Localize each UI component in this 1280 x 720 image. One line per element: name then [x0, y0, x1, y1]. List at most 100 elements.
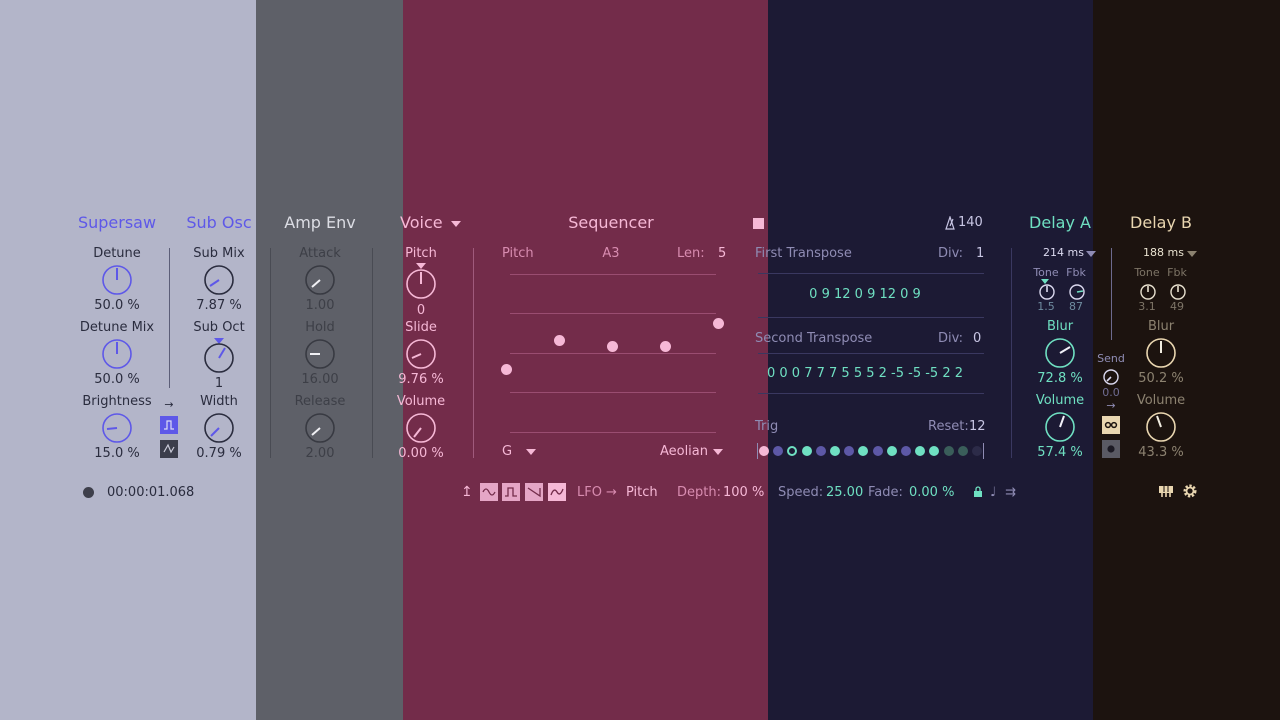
delay-b-volume-value: 43.3 % — [1138, 445, 1184, 460]
sub-mix-value: 7.87 % — [196, 298, 242, 313]
delay-a-time-dropdown-icon[interactable] — [1086, 251, 1096, 257]
pitch-step-dot[interactable] — [713, 318, 724, 329]
square-wave-icon — [505, 487, 517, 497]
release-label: Release — [294, 394, 346, 409]
lfo-retrigger-icon[interactable]: ↥ — [461, 484, 473, 500]
lfo-target[interactable]: Pitch — [626, 485, 658, 501]
pitch-grid-line — [510, 432, 716, 433]
trig-reset-value[interactable]: 12 — [969, 419, 986, 435]
release-knob[interactable] — [304, 412, 336, 444]
hold-knob[interactable] — [304, 338, 336, 370]
delay-b-time[interactable]: 188 ms — [1143, 245, 1184, 261]
stop-button[interactable] — [753, 218, 764, 229]
lfo-arrow: → — [606, 485, 617, 500]
sub-oct-label: Sub Oct — [193, 320, 245, 335]
divider — [758, 273, 984, 274]
seq-note: A3 — [602, 246, 620, 261]
second-div-value[interactable]: 0 — [973, 331, 981, 347]
voice-volume-knob[interactable] — [405, 412, 437, 444]
sub-oct-knob[interactable] — [203, 342, 235, 374]
tempo-value[interactable]: 140 — [958, 215, 983, 231]
second-transpose-values[interactable]: 0 0 0 7 7 7 5 5 5 2 -5 -5 -5 2 2 — [767, 366, 963, 382]
gear-icon[interactable] — [1182, 483, 1198, 499]
pitch-step-dot[interactable] — [554, 335, 565, 346]
delay-b-time-dropdown-icon[interactable] — [1187, 251, 1197, 257]
pitch-grid-line — [510, 392, 716, 393]
delay-b-volume-knob[interactable] — [1145, 411, 1177, 443]
pitch-step-dot[interactable] — [501, 364, 512, 375]
voice-dropdown-icon[interactable] — [451, 221, 461, 227]
lock-icon[interactable] — [973, 486, 983, 498]
delay-a-blur-label: Blur — [1046, 319, 1074, 334]
lfo-saw-button[interactable] — [525, 483, 543, 501]
delay-b-blur-knob[interactable] — [1145, 337, 1177, 369]
lfo-depth-value[interactable]: 100 % — [723, 485, 764, 501]
pitch-step-dot[interactable] — [607, 341, 618, 352]
detune-label: Detune — [93, 246, 141, 261]
trig-step-dot[interactable] — [815, 446, 826, 456]
detune-value: 50.0 % — [94, 298, 140, 313]
voice-sequencer-panel — [403, 0, 768, 720]
detune-mix-label: Detune Mix — [79, 320, 155, 335]
divider — [372, 248, 373, 458]
trig-step-dot[interactable] — [901, 446, 911, 456]
voice-title[interactable]: Voice — [400, 214, 443, 232]
amp-env-title: Amp Env — [284, 213, 356, 232]
triangle-wave-icon — [163, 443, 175, 454]
voice-volume-value: 0.00 % — [398, 446, 444, 461]
pitch-step-dot[interactable] — [660, 341, 671, 352]
trig-step-dot[interactable] — [943, 446, 954, 456]
divider — [758, 317, 984, 318]
send-circle-button[interactable] — [1102, 440, 1120, 458]
shuffle-icon[interactable]: ⇉ — [1005, 485, 1016, 501]
first-transpose-values[interactable]: 0 9 12 0 9 12 0 9 — [809, 287, 921, 303]
key-dropdown-icon[interactable] — [526, 449, 536, 455]
scale-dropdown-icon[interactable] — [713, 449, 723, 455]
trig-step-dot[interactable] — [957, 446, 968, 456]
lfo-square-button[interactable] — [502, 483, 520, 501]
delay-a-volume-label: Volume — [1035, 393, 1085, 408]
trig-step-dot[interactable] — [872, 446, 883, 456]
trig-step-dot[interactable] — [886, 446, 897, 456]
delay-a-volume-knob[interactable] — [1044, 411, 1076, 443]
lfo-sine-button[interactable] — [480, 483, 498, 501]
brightness-knob[interactable] — [101, 412, 133, 444]
width-knob[interactable] — [203, 412, 235, 444]
divider — [169, 248, 170, 388]
attack-label: Attack — [299, 246, 341, 261]
first-div-value[interactable]: 1 — [976, 246, 984, 262]
second-div-label: Div: — [938, 331, 963, 346]
send-knob[interactable] — [1102, 368, 1120, 386]
lfo-speed-value[interactable]: 25.00 — [826, 485, 863, 501]
keyboard-icon[interactable] — [1158, 483, 1174, 499]
delay-b-tone-value: 3.1 — [1138, 300, 1156, 313]
pitch-label: Pitch — [405, 246, 437, 261]
trig-step-dot[interactable] — [830, 446, 840, 456]
divider — [1011, 248, 1012, 458]
scale-select[interactable]: Aeolian — [660, 444, 708, 460]
record-button[interactable] — [83, 487, 94, 498]
detune-mix-value: 50.0 % — [94, 372, 140, 387]
seq-len-value[interactable]: 5 — [718, 246, 726, 262]
trig-step-dot[interactable] — [801, 446, 812, 456]
lfo-fade-value[interactable]: 0.00 % — [909, 485, 954, 501]
lfo-sine-alt-button[interactable] — [548, 483, 566, 501]
pitch-knob[interactable] — [405, 268, 437, 300]
delay-a-time[interactable]: 214 ms — [1043, 245, 1084, 261]
slide-knob[interactable] — [405, 338, 437, 370]
sub-mix-knob[interactable] — [203, 264, 235, 296]
trig-step-dot[interactable] — [972, 446, 982, 456]
sub-mix-label: Sub Mix — [193, 246, 245, 261]
send-tape-button[interactable] — [1102, 416, 1120, 434]
detune-mix-knob[interactable] — [101, 338, 133, 370]
trig-step-dot[interactable] — [759, 446, 769, 456]
detune-knob[interactable] — [101, 264, 133, 296]
width-value: 0.79 % — [196, 446, 242, 461]
delay-a-fbk-label: Fbk — [1066, 266, 1086, 279]
attack-knob[interactable] — [304, 264, 336, 296]
delay-a-blur-knob[interactable] — [1044, 337, 1076, 369]
key-select[interactable]: G — [502, 444, 512, 460]
triangle-wave-button[interactable] — [160, 440, 178, 458]
square-wave-button[interactable] — [160, 416, 178, 434]
note-sync-icon[interactable]: ♩ — [990, 485, 996, 501]
